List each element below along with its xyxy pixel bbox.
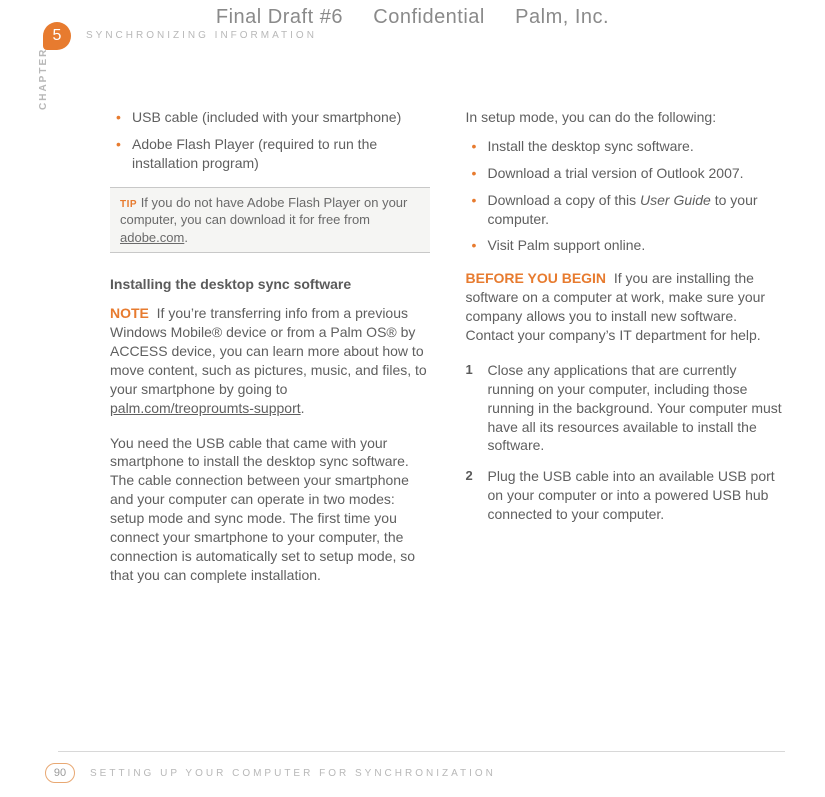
step-number: 1 [466, 361, 473, 379]
list-item: Download a copy of this User Guide to yo… [466, 191, 786, 229]
note-link[interactable]: palm.com/treoproumts-support [110, 400, 301, 416]
note-text: If you’re transferring info from a previ… [110, 305, 427, 397]
list-item: Visit Palm support online. [466, 236, 786, 255]
step-text: Plug the USB cable into an available USB… [488, 468, 775, 522]
chapter-side-label: CHAPTER [38, 48, 49, 110]
list-item-text-pre: Download a copy of this [488, 192, 641, 208]
steps-list: 1 Close any applications that are curren… [466, 361, 786, 524]
step-text: Close any applications that are currentl… [488, 362, 782, 454]
step-item: 2 Plug the USB cable into an available U… [466, 467, 786, 524]
step-number: 2 [466, 467, 473, 485]
before-begin-paragraph: BEFORE YOU BEGIN If you are installing t… [466, 269, 786, 345]
header-company: Palm, Inc. [515, 6, 609, 28]
body-paragraph: You need the USB cable that came with yo… [110, 434, 430, 585]
note-label: NOTE [110, 305, 149, 321]
page-number: 90 [45, 763, 75, 783]
left-column: USB cable (included with your smartphone… [110, 108, 430, 727]
footer-section-label: SETTING UP YOUR COMPUTER FOR SYNCHRONIZA… [90, 768, 496, 779]
requirements-list: USB cable (included with your smartphone… [110, 108, 430, 173]
header-confidential: Confidential [373, 6, 485, 28]
note-paragraph: NOTE If you’re transferring info from a … [110, 304, 430, 417]
tip-text: If you do not have Adobe Flash Player on… [120, 195, 407, 228]
tip-label: TIP [120, 199, 137, 210]
header-draft: Final Draft #6 [216, 6, 343, 28]
list-item: Install the desktop sync software. [466, 137, 786, 156]
user-guide-italic: User Guide [640, 192, 711, 208]
subheading-install: Installing the desktop sync software [110, 275, 430, 294]
page-content: USB cable (included with your smartphone… [110, 108, 785, 727]
header-strip: Final Draft #6 Confidential Palm, Inc. [0, 6, 825, 29]
setup-intro: In setup mode, you can do the following: [466, 108, 786, 127]
setup-list: Install the desktop sync software. Downl… [466, 137, 786, 255]
tip-link[interactable]: adobe.com [120, 230, 184, 245]
tip-box: TIP If you do not have Adobe Flash Playe… [110, 187, 430, 254]
chapter-number-badge: 5 [43, 22, 71, 50]
tip-text-after: . [184, 230, 188, 245]
note-text-after: . [301, 400, 305, 416]
before-begin-label: BEFORE YOU BEGIN [466, 270, 607, 286]
right-column: In setup mode, you can do the following:… [466, 108, 786, 727]
section-title-top: SYNCHRONIZING INFORMATION [86, 30, 317, 41]
list-item: USB cable (included with your smartphone… [110, 108, 430, 127]
step-item: 1 Close any applications that are curren… [466, 361, 786, 455]
list-item: Download a trial version of Outlook 2007… [466, 164, 786, 183]
list-item: Adobe Flash Player (required to run the … [110, 135, 430, 173]
